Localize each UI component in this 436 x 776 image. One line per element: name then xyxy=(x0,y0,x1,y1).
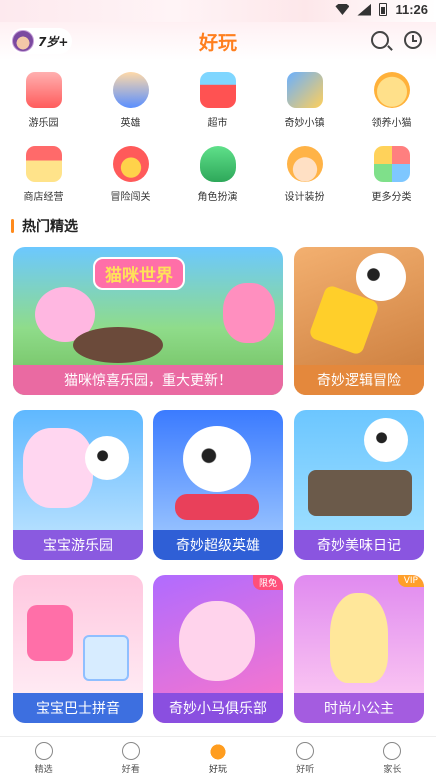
grill-illustration xyxy=(308,470,412,516)
category-more[interactable]: 更多分类 xyxy=(348,146,435,203)
history-icon[interactable] xyxy=(404,31,422,49)
tab-play[interactable]: 好玩 xyxy=(174,737,261,776)
section-marker xyxy=(11,219,14,233)
princess-icon xyxy=(286,146,323,182)
parent-tab-icon xyxy=(383,742,402,760)
star-tab-icon xyxy=(34,742,53,760)
status-time: 11:26 xyxy=(395,2,428,17)
category-hero[interactable]: 英雄 xyxy=(87,72,174,129)
app-header: 7岁+ 好玩 xyxy=(0,22,436,60)
category-role-play[interactable]: 角色扮演 xyxy=(174,146,261,203)
game-card-pony-club[interactable]: 限免 奇妙小马俱乐部 xyxy=(153,575,283,723)
category-shop-management[interactable]: 商店经营 xyxy=(0,146,87,203)
duck-tab-icon xyxy=(209,742,227,760)
signal-icon xyxy=(357,3,372,16)
section-hot-picks: 热门精选 xyxy=(11,216,78,236)
category-adventure[interactable]: 冒险闯关 xyxy=(87,146,174,203)
town-icon xyxy=(286,72,323,108)
card-caption: 奇妙小马俱乐部 xyxy=(153,693,283,723)
hero-icon xyxy=(112,72,149,108)
letter-a-illustration xyxy=(27,605,73,661)
game-card-super-hero[interactable]: 奇妙超级英雄 xyxy=(153,410,283,560)
battery-icon xyxy=(379,3,388,16)
basket-icon xyxy=(199,72,236,108)
category-design-dressup[interactable]: 设计装扮 xyxy=(261,146,348,203)
game-card-baby-playground[interactable]: 宝宝游乐园 xyxy=(13,410,143,560)
game-card-fashion-princess[interactable]: VIP 时尚小公主 xyxy=(294,575,424,723)
panda-hero-illustration xyxy=(183,426,251,492)
category-amusement-park[interactable]: 游乐园 xyxy=(0,72,87,129)
wifi-icon xyxy=(335,4,350,15)
game-card-logic-adventure[interactable]: 奇妙逻辑冒险 xyxy=(294,247,424,395)
status-icons: 11:26 xyxy=(335,2,428,17)
card-caption: 宝宝巴士拼音 xyxy=(13,693,143,723)
card-caption: 奇妙美味日记 xyxy=(294,530,424,560)
pony-illustration xyxy=(179,601,255,681)
carousel-icon xyxy=(25,72,62,108)
shop-icon xyxy=(25,146,62,182)
more-apps-icon xyxy=(373,146,410,182)
card-caption: 时尚小公主 xyxy=(294,693,424,723)
bottom-tab-bar: 精选 好看 好玩 好听 家长 xyxy=(0,736,436,776)
kitten-illustration xyxy=(223,283,275,343)
panda-illustration xyxy=(364,418,408,462)
panda-illustration xyxy=(85,436,129,480)
card-caption: 宝宝游乐园 xyxy=(13,530,143,560)
badge-vip: VIP xyxy=(397,575,424,587)
tab-watch[interactable]: 好看 xyxy=(87,737,174,776)
adventure-icon xyxy=(112,146,149,182)
card-caption: 奇妙超级英雄 xyxy=(153,530,283,560)
play-tab-icon xyxy=(121,742,140,760)
princess-illustration xyxy=(330,593,388,683)
card-caption: 猫咪惊喜乐园，重大更新！ xyxy=(13,365,283,395)
category-supermarket[interactable]: 超市 xyxy=(174,72,261,129)
search-icon[interactable] xyxy=(371,31,389,49)
bbq-grill-illustration xyxy=(73,327,163,363)
tab-parents[interactable]: 家长 xyxy=(349,737,436,776)
game-card-cat-world[interactable]: 猫咪世界 猫咪惊喜乐园，重大更新！ xyxy=(13,247,283,395)
cat-world-banner: 猫咪世界 xyxy=(93,257,185,290)
category-wonder-town[interactable]: 奇妙小镇 xyxy=(261,72,348,129)
panda-illustration xyxy=(356,253,406,301)
badge-free: 限免 xyxy=(252,575,283,590)
hero-cape-illustration xyxy=(175,494,259,520)
category-adopt-kitten[interactable]: 领养小猫 xyxy=(348,72,435,129)
game-card-pinyin[interactable]: 宝宝巴士拼音 xyxy=(13,575,143,723)
letter-block-illustration xyxy=(83,635,129,681)
section-title: 热门精选 xyxy=(22,219,78,235)
unicorn-illustration xyxy=(23,428,93,508)
tab-listen[interactable]: 好听 xyxy=(262,737,349,776)
game-card-tasty-diary[interactable]: 奇妙美味日记 xyxy=(294,410,424,560)
cat-icon xyxy=(373,72,410,108)
tab-featured[interactable]: 精选 xyxy=(0,737,87,776)
headphone-tab-icon xyxy=(296,742,315,760)
dinosaur-icon xyxy=(199,146,236,182)
card-caption: 奇妙逻辑冒险 xyxy=(294,365,424,395)
status-bar: 11:26 xyxy=(0,0,436,22)
